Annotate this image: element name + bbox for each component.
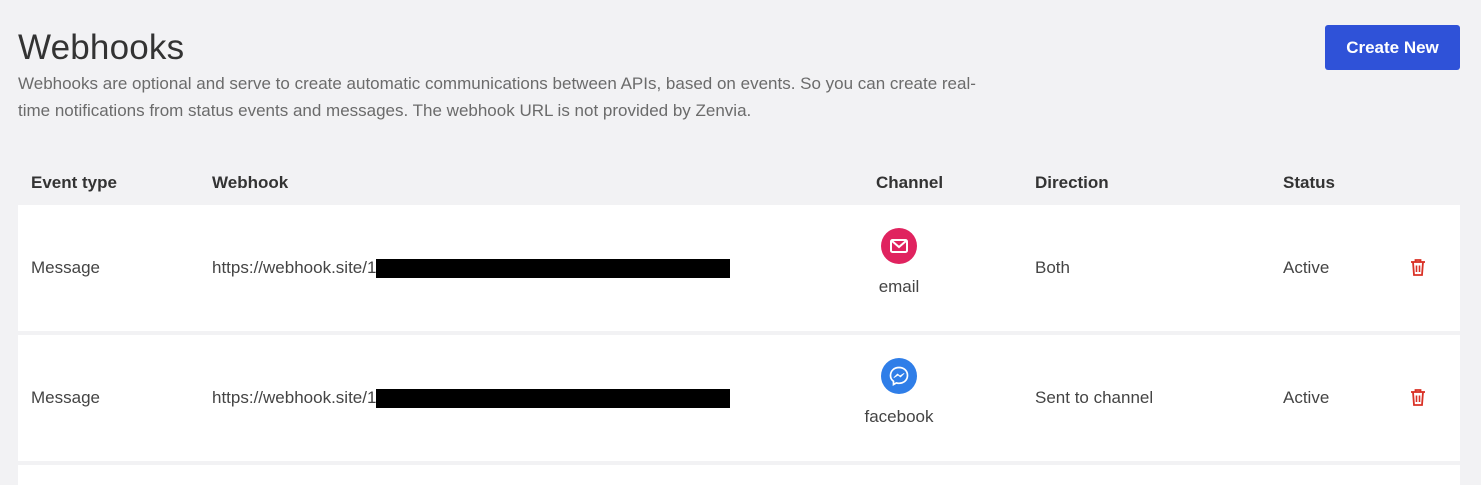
page-title: Webhooks [18,28,185,67]
direction-cell: Both [1035,258,1070,277]
header-channel: Channel [876,173,944,192]
channel-label: facebook [864,407,934,426]
webhook-url: https://webhook.site/1 [212,258,377,277]
create-new-button[interactable]: Create New [1325,25,1460,70]
direction-cell: Sent to channel [1035,388,1154,407]
header-direction: Direction [1035,173,1109,192]
webhook-url-cell: https://webhook.site/1 [212,388,731,408]
event-type-cell: Message [31,388,100,407]
header-event-type: Event type [31,173,117,192]
page-description: Webhooks are optional and serve to creat… [18,74,976,120]
table-row [18,465,1460,485]
header-status: Status [1283,173,1335,192]
table-row: Message https://webhook.site/1 email Bot… [18,205,1460,331]
webhook-url: https://webhook.site/1 [212,388,377,407]
trash-icon[interactable] [1407,386,1429,408]
webhooks-table: Event type Webhook Channel Direction Sta… [18,160,1460,485]
trash-icon[interactable] [1407,256,1429,278]
event-type-cell: Message [31,258,100,277]
header-webhook: Webhook [212,173,289,192]
channel-cell: facebook [861,358,937,427]
webhook-url-cell: https://webhook.site/1 [212,258,731,278]
redaction-bar [376,258,731,278]
table-header: Event type Webhook Channel Direction Sta… [18,160,1460,205]
email-icon [881,228,917,264]
status-cell: Active [1283,388,1330,407]
channel-label: email [878,277,920,296]
messenger-icon [881,358,917,394]
channel-cell: email [861,228,937,297]
redaction-bar [376,388,731,408]
status-cell: Active [1283,258,1330,277]
table-row: Message https://webhook.site/1 facebook … [18,335,1460,461]
